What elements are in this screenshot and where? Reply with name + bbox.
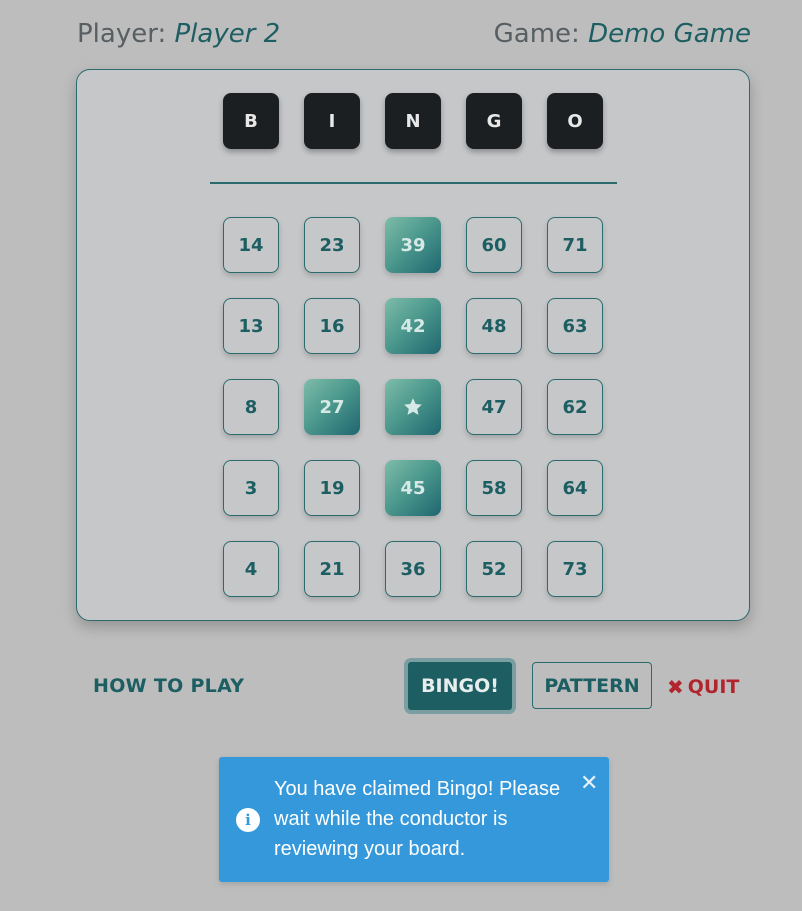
number-cell[interactable]: 63 bbox=[547, 298, 603, 354]
star-icon bbox=[404, 398, 422, 415]
bingo-letters: B I N G O bbox=[223, 93, 603, 149]
number-cell[interactable]: 48 bbox=[466, 298, 522, 354]
board-divider bbox=[210, 182, 617, 184]
number-cell[interactable]: 42 bbox=[385, 298, 441, 354]
number-cell[interactable]: 13 bbox=[223, 298, 279, 354]
number-cell[interactable]: 64 bbox=[547, 460, 603, 516]
info-toast: i You have claimed Bingo! Please wait wh… bbox=[219, 757, 609, 882]
number-cell[interactable]: 60 bbox=[466, 217, 522, 273]
number-cell[interactable]: 4 bbox=[223, 541, 279, 597]
number-cell[interactable]: 3 bbox=[223, 460, 279, 516]
number-cell[interactable]: 14 bbox=[223, 217, 279, 273]
player-info: Player: Player 2 bbox=[77, 19, 280, 49]
number-cell[interactable]: 36 bbox=[385, 541, 441, 597]
close-x-icon: ✖ bbox=[667, 675, 684, 699]
player-label: Player: bbox=[77, 19, 167, 49]
number-cell[interactable]: 62 bbox=[547, 379, 603, 435]
number-cell[interactable]: 21 bbox=[304, 541, 360, 597]
action-bar: HOW TO PLAY BINGO! PATTERN ✖ QUIT bbox=[0, 658, 802, 714]
number-cell[interactable]: 71 bbox=[547, 217, 603, 273]
number-cell[interactable]: 19 bbox=[304, 460, 360, 516]
number-cell[interactable]: 73 bbox=[547, 541, 603, 597]
letter-tile-b: B bbox=[223, 93, 279, 149]
info-icon: i bbox=[236, 808, 260, 832]
toast-message: You have claimed Bingo! Please wait whil… bbox=[274, 778, 561, 860]
how-to-play-link[interactable]: HOW TO PLAY bbox=[93, 675, 244, 697]
game-info: Game: Demo Game bbox=[494, 19, 751, 49]
letter-tile-n: N bbox=[385, 93, 441, 149]
pattern-button[interactable]: PATTERN bbox=[532, 662, 652, 709]
number-cell[interactable]: 23 bbox=[304, 217, 360, 273]
quit-button[interactable]: ✖ QUIT bbox=[667, 675, 739, 699]
letter-tile-o: O bbox=[547, 93, 603, 149]
number-cell[interactable]: 52 bbox=[466, 541, 522, 597]
bingo-button[interactable]: BINGO! bbox=[404, 658, 516, 714]
quit-label: QUIT bbox=[687, 676, 740, 698]
game-label: Game: bbox=[493, 19, 580, 49]
bingo-page: Player: Player 2 Game: Demo Game B I N G… bbox=[0, 0, 802, 911]
game-name: Demo Game bbox=[588, 19, 751, 49]
close-icon[interactable]: ✕ bbox=[580, 773, 598, 795]
number-cell[interactable]: 39 bbox=[385, 217, 441, 273]
letter-tile-i: I bbox=[304, 93, 360, 149]
number-grid: 14 23 39 60 71 13 16 42 48 63 8 27 47 62 3 19 45 58 64 4 21 3… bbox=[223, 217, 603, 597]
number-cell[interactable]: 58 bbox=[466, 460, 522, 516]
number-cell[interactable]: 47 bbox=[466, 379, 522, 435]
number-cell[interactable]: 16 bbox=[304, 298, 360, 354]
number-cell[interactable]: 45 bbox=[385, 460, 441, 516]
player-name: Player 2 bbox=[174, 19, 281, 49]
free-space-cell[interactable] bbox=[385, 379, 441, 435]
number-cell[interactable]: 27 bbox=[304, 379, 360, 435]
letter-tile-g: G bbox=[466, 93, 522, 149]
game-header: Player: Player 2 Game: Demo Game bbox=[77, 14, 751, 54]
number-cell[interactable]: 8 bbox=[223, 379, 279, 435]
